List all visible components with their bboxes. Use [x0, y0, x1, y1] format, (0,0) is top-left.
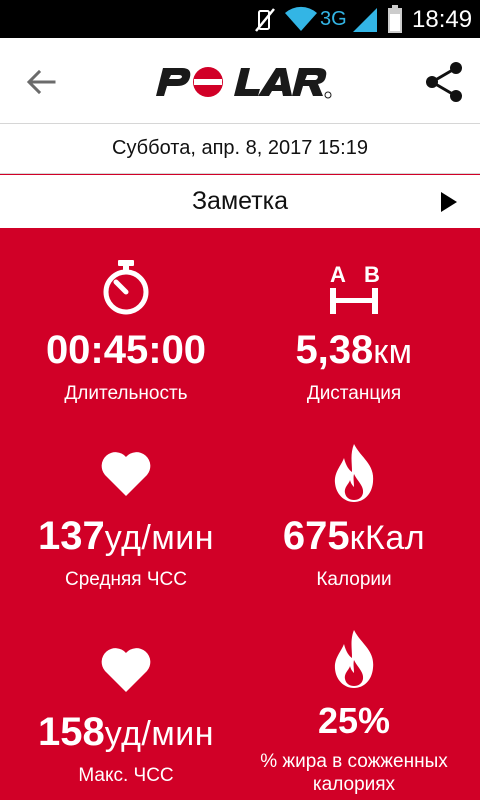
play-arrow-icon [441, 192, 457, 212]
status-bar: 3G 18:49 [0, 0, 480, 38]
distance-label: Дистанция [306, 383, 402, 404]
vibrate-off-icon [255, 8, 275, 32]
share-icon[interactable] [422, 60, 466, 104]
duration-label: Длительность [64, 383, 188, 404]
stat-duration: 00:45:00 Длительность [6, 228, 246, 418]
battery-icon [388, 5, 402, 33]
stat-fat-percentage: 25% % жира в сожженных калориях [234, 608, 474, 800]
distance-value: 5,38км [295, 328, 413, 372]
app-bar [0, 38, 480, 124]
clock: 18:49 [412, 6, 473, 33]
signal-icon [353, 8, 377, 32]
fat-percentage-label: % жира в сожженных калориях [260, 751, 448, 795]
calories-value: 675кКал [282, 514, 426, 558]
a-b-distance-icon: A B [330, 262, 380, 314]
stat-calories: 675кКал Калории [234, 418, 474, 608]
flame-icon [334, 444, 374, 502]
distance-icon-letter-a: A [330, 262, 346, 287]
average-heart-rate-value: 137уд/мин [37, 514, 215, 558]
stat-distance: A B 5,38км Дистанция [234, 228, 474, 418]
polar-logo [156, 67, 332, 99]
session-datetime-text: Суббота, апр. 8, 2017 15:19 [112, 137, 368, 159]
session-datetime: Суббота, апр. 8, 2017 15:19 [0, 124, 480, 174]
network-type: 3G [320, 8, 347, 30]
stat-average-heart-rate: 137уд/мин Средняя ЧСС [6, 418, 246, 608]
calories-label: Калории [316, 569, 392, 590]
stats-grid: 00:45:00 Длительность A B 5,38км Дистанц… [0, 228, 480, 800]
distance-icon-letter-b: B [364, 262, 380, 287]
max-heart-rate-value: 158уд/мин [37, 710, 215, 754]
stopwatch-icon [103, 260, 149, 315]
heart-icon [101, 648, 151, 692]
flame-icon [334, 630, 374, 688]
wifi-icon [285, 6, 317, 31]
duration-value: 00:45:00 [45, 328, 207, 372]
note-row[interactable]: Заметка [0, 175, 480, 228]
heart-icon [101, 452, 151, 496]
note-label: Заметка [191, 187, 289, 215]
max-heart-rate-label: Макс. ЧСС [78, 765, 174, 786]
stat-max-heart-rate: 158уд/мин Макс. ЧСС [6, 608, 246, 800]
back-arrow-icon[interactable] [24, 65, 58, 99]
average-heart-rate-label: Средняя ЧСС [65, 569, 187, 590]
fat-percentage-value: 25% [317, 700, 391, 741]
